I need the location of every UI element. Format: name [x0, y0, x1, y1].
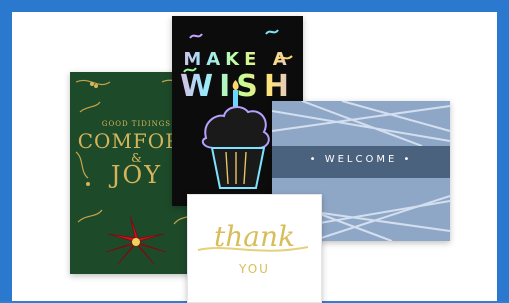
- thank-you-line-1: thank: [214, 220, 295, 253]
- poinsettia-icon: [105, 215, 167, 265]
- card-thank-you: thank YOU: [187, 194, 322, 303]
- image-panel: GOOD TIDINGS COMFORT & JOY MAKE A WISH •…: [12, 12, 497, 303]
- thank-you-line-2: YOU: [239, 262, 270, 276]
- image-frame: GOOD TIDINGS COMFORT & JOY MAKE A WISH •…: [0, 0, 509, 303]
- welcome-label: • WELCOME •: [309, 154, 413, 165]
